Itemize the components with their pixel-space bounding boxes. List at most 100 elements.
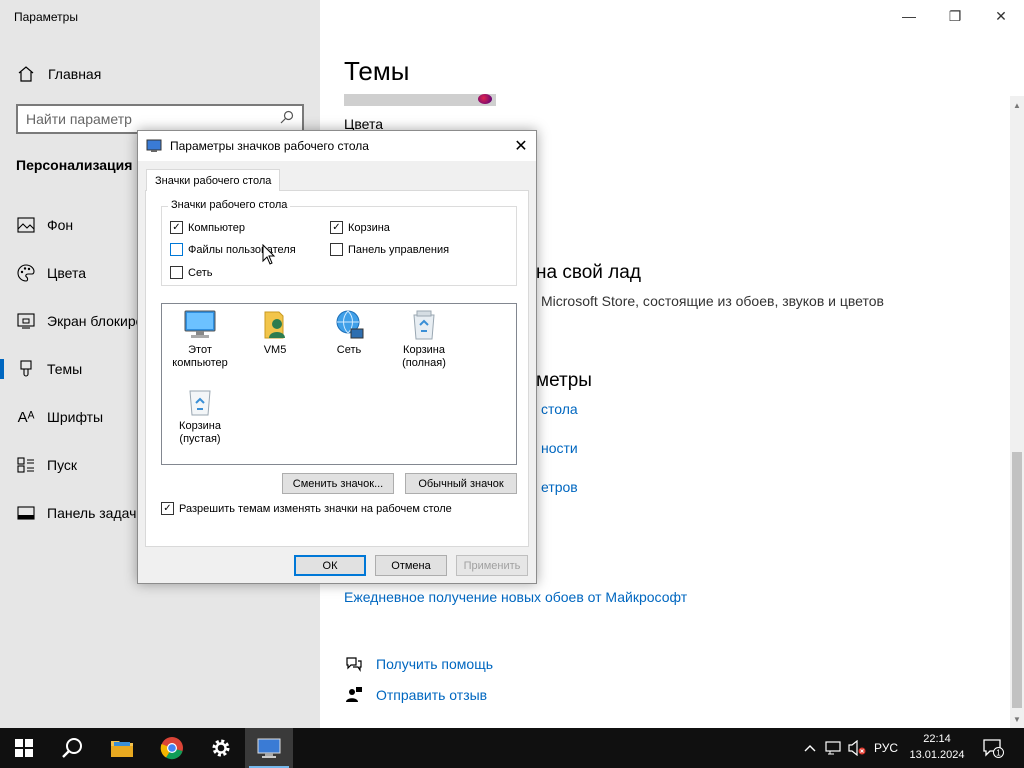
icon-tile-network[interactable]: Сеть	[313, 308, 385, 357]
icon-tile-this-pc[interactable]: Этот компьютер	[164, 308, 236, 370]
icon-tile-recycle-bin-full[interactable]: Корзина (полная)	[388, 308, 460, 370]
show-hidden-icons-button[interactable]	[800, 728, 820, 768]
icon-caption: Этот компьютер	[172, 344, 228, 369]
ok-button[interactable]: ОК	[294, 555, 366, 576]
action-center-button[interactable]: 1	[978, 728, 1008, 768]
checkbox-unchecked-icon[interactable]	[170, 243, 183, 256]
lock-screen-icon	[16, 311, 36, 331]
help-chat-icon	[344, 654, 364, 674]
network-globe-icon	[331, 308, 367, 342]
user-files-checkbox[interactable]: Файлы пользователя	[170, 243, 296, 256]
feedback-icon	[344, 685, 364, 705]
contrast-link[interactable]: ности	[541, 440, 578, 456]
checkbox-label: Корзина	[348, 221, 390, 234]
language-indicator[interactable]: РУС	[870, 728, 902, 768]
search-icon[interactable]	[280, 110, 294, 129]
network-checkbox[interactable]: Сеть	[170, 266, 212, 279]
related-settings-heading: метры	[536, 370, 592, 391]
theme-preview[interactable]	[344, 94, 496, 106]
user-folder-icon	[257, 308, 293, 342]
desktop-icons-link[interactable]: стола	[541, 401, 578, 417]
file-explorer-button[interactable]	[98, 728, 146, 768]
customize-heading: на свой лад	[536, 262, 641, 283]
change-icon-button[interactable]: Сменить значок...	[282, 473, 394, 494]
volume-tray-button[interactable]	[846, 728, 868, 768]
color-swatch	[478, 94, 492, 104]
home-icon	[16, 64, 36, 84]
scrollbar[interactable]: ▲ ▼	[1010, 96, 1024, 728]
sync-settings-link[interactable]: етров	[541, 479, 578, 495]
windows-logo-icon	[15, 739, 33, 757]
search-input[interactable]	[26, 111, 280, 127]
sidebar-item-label: Панель задач	[47, 505, 137, 521]
folder-icon	[111, 741, 133, 757]
section-title: Персонализация	[16, 157, 133, 173]
icon-tile-user[interactable]: VM5	[239, 308, 311, 357]
feedback-label: Отправить отзыв	[376, 687, 488, 703]
taskbar: РУС 22:14 13.01.2024 1	[0, 728, 1024, 768]
checkbox-label: Панель управления	[348, 243, 450, 256]
window-controls: — ❐ ✕	[886, 0, 1024, 32]
maximize-button[interactable]: ❐	[932, 0, 978, 32]
start-button[interactable]	[0, 728, 48, 768]
app-title: Параметры	[14, 10, 78, 24]
sidebar-item-label: Пуск	[47, 457, 78, 473]
checkbox-label: Компьютер	[188, 221, 245, 234]
store-description: Microsoft Store, состоящие из обоев, зву…	[541, 293, 884, 309]
checkbox-unchecked-icon[interactable]	[170, 266, 183, 279]
computer-checkbox[interactable]: ✓ Компьютер	[170, 221, 245, 234]
chrome-button[interactable]	[148, 728, 196, 768]
notification-icon: 1	[983, 739, 1004, 758]
home-nav-item[interactable]: Главная	[16, 62, 101, 86]
minimize-button[interactable]: —	[886, 0, 932, 32]
settings-button[interactable]	[197, 728, 245, 768]
tray-input-indicator[interactable]	[822, 728, 844, 768]
icon-tile-recycle-bin-empty[interactable]: Корзина (пустая)	[164, 384, 236, 446]
checkbox-checked-icon[interactable]: ✓	[170, 221, 183, 234]
close-button[interactable]: ✕	[978, 0, 1024, 32]
sidebar-item-label: Цвета	[47, 265, 86, 281]
dialog-titlebar[interactable]: Параметры значков рабочего стола ✕	[138, 131, 536, 161]
checkbox-unchecked-icon[interactable]	[330, 243, 343, 256]
search-icon	[62, 738, 82, 758]
sidebar-item-label: Шрифты	[47, 409, 104, 425]
brush-icon	[16, 359, 36, 379]
icon-caption: Корзина (пустая)	[179, 420, 221, 445]
sidebar-item-label: Фон	[47, 217, 74, 233]
start-icon	[16, 455, 36, 475]
checkbox-checked-icon[interactable]: ✓	[161, 502, 174, 515]
default-icon-button[interactable]: Обычный значок	[405, 473, 517, 494]
computer-icon	[182, 308, 218, 342]
control-panel-checkbox[interactable]: Панель управления	[330, 243, 449, 256]
tab-panel: Значки рабочего стола ✓ Компьютер ✓ Корз…	[145, 190, 529, 547]
volume-muted-icon	[848, 740, 866, 756]
cancel-button[interactable]: Отмена	[375, 555, 447, 576]
desktop-icons-dialog-button[interactable]	[245, 728, 293, 768]
feedback-link[interactable]: Отправить отзыв	[344, 684, 487, 706]
icon-caption: Сеть	[336, 344, 362, 356]
get-help-link[interactable]: Получить помощь	[344, 653, 493, 675]
daily-wallpaper-link[interactable]: Ежедневное получение новых обоев от Майк…	[344, 589, 687, 605]
scroll-down-icon[interactable]: ▼	[1010, 712, 1024, 726]
gear-icon	[212, 739, 230, 757]
icon-caption: Корзина (полная)	[402, 344, 446, 369]
search-taskbar-button[interactable]	[48, 728, 96, 768]
apply-button: Применить	[456, 555, 528, 576]
image-icon	[16, 215, 36, 235]
dialog-close-button[interactable]: ✕	[506, 131, 536, 161]
notification-count: 1	[996, 749, 1001, 758]
monitor-icon	[146, 138, 162, 154]
recycle-bin-full-icon	[406, 308, 442, 342]
desktop-icon-settings-dialog: Параметры значков рабочего стола ✕ Значк…	[137, 130, 537, 584]
icons-list[interactable]: Этот компьютер VM5 Сеть Корзина (полная)	[161, 303, 517, 465]
scroll-thumb[interactable]	[1012, 452, 1022, 708]
recycle-bin-checkbox[interactable]: ✓ Корзина	[330, 221, 390, 234]
clock[interactable]: 22:14 13.01.2024	[903, 731, 971, 763]
checkbox-checked-icon[interactable]: ✓	[330, 221, 343, 234]
font-icon: Aᴬ	[17, 408, 35, 426]
chrome-icon	[160, 737, 183, 760]
sidebar-item-label: Темы	[47, 361, 83, 377]
allow-themes-checkbox[interactable]: ✓ Разрешить темам изменять значки на раб…	[161, 502, 452, 515]
scroll-up-icon[interactable]: ▲	[1010, 98, 1024, 112]
tab-desktop-icons[interactable]: Значки рабочего стола	[146, 169, 281, 191]
